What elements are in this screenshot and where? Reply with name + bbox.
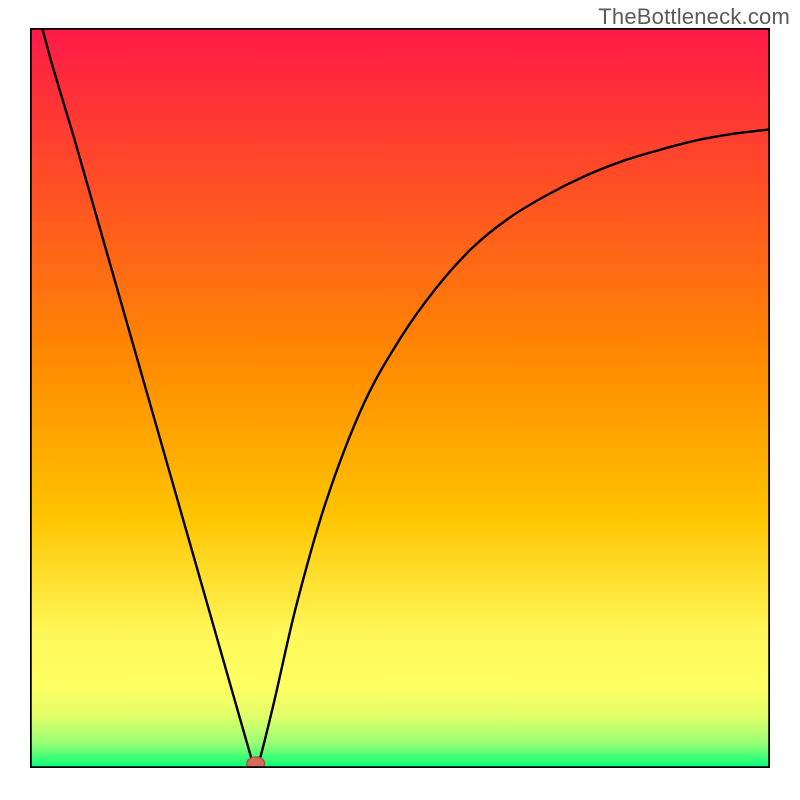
gradient-background: [30, 28, 770, 768]
plot-area: [30, 28, 770, 768]
watermark-text: TheBottleneck.com: [598, 4, 790, 30]
plot-svg: [30, 28, 770, 768]
chart-frame: TheBottleneck.com: [0, 0, 800, 800]
